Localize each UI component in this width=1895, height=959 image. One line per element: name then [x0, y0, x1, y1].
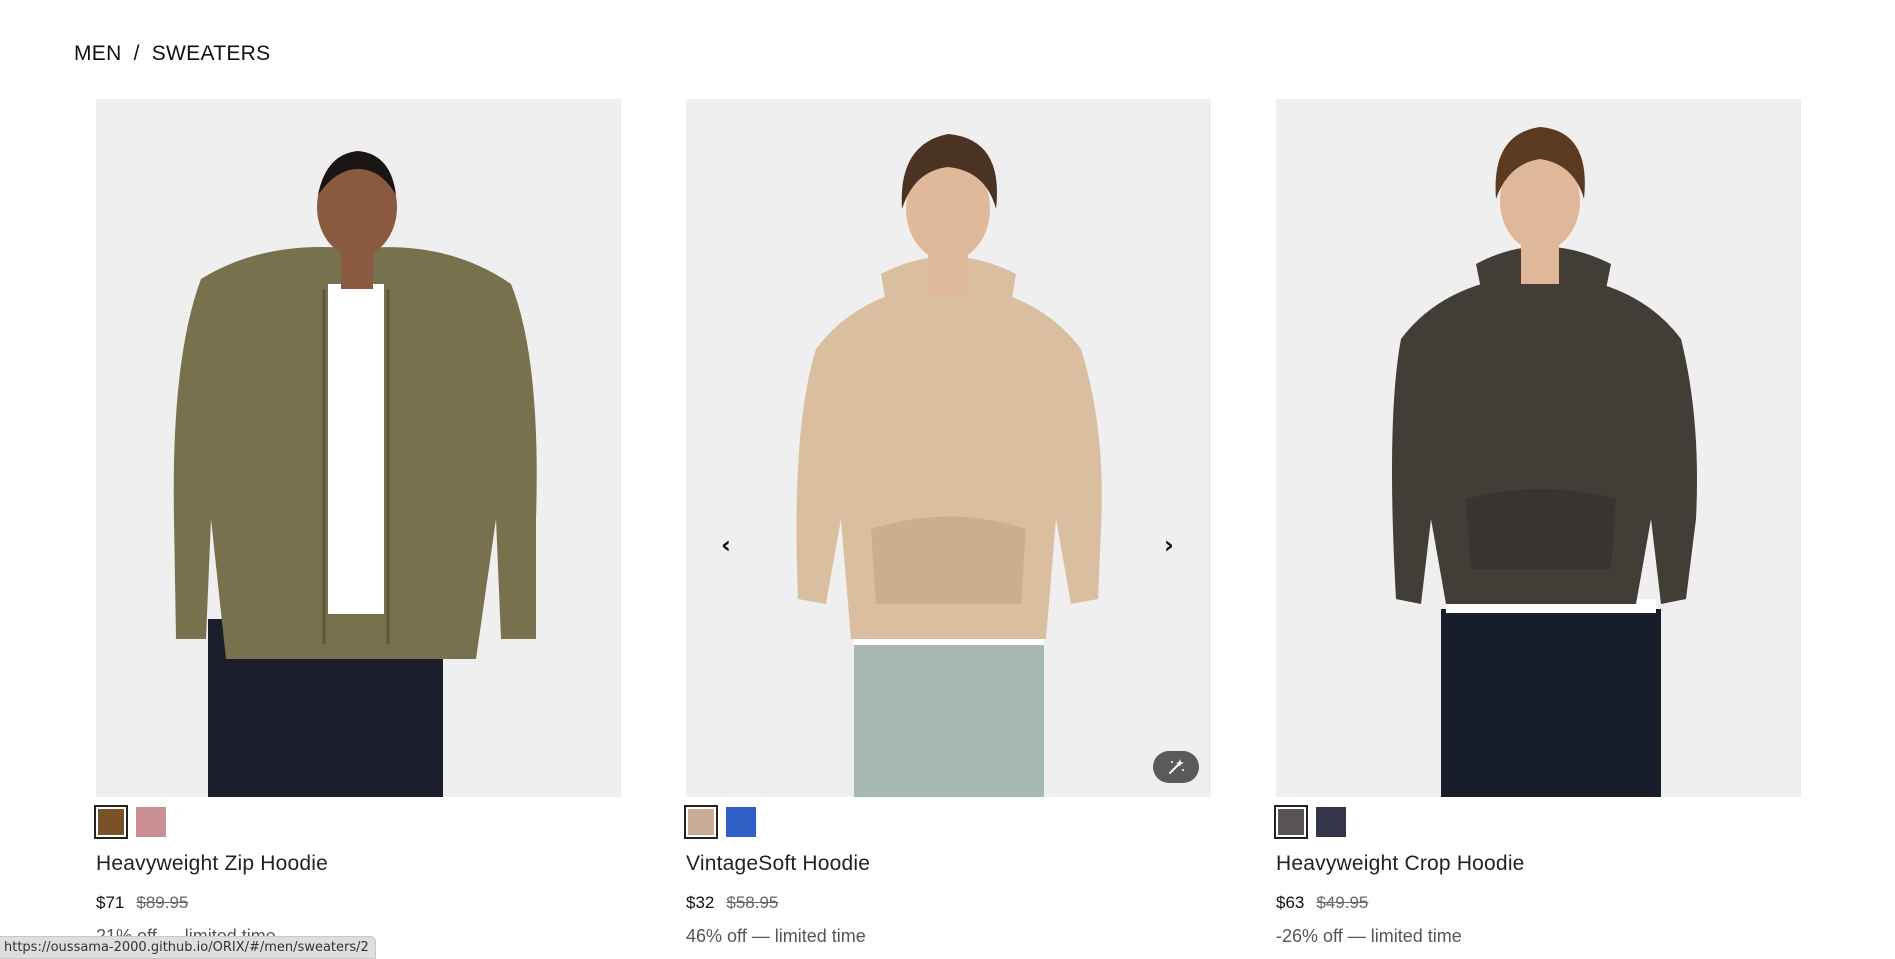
product-image[interactable]: ‹ › [686, 99, 1211, 797]
pocket-shape [871, 516, 1026, 604]
promo-text: 46% off — limited time [686, 926, 866, 946]
pants-shape [854, 639, 1044, 797]
color-swatch-1[interactable] [94, 805, 128, 839]
product-photo-illustration [173, 151, 537, 797]
color-swatch-2[interactable] [726, 807, 756, 837]
price-row: $63 $49.95 [1276, 893, 1801, 913]
sale-price: $32 [686, 893, 715, 912]
original-price: $58.95 [726, 893, 779, 912]
pocket-shape [1466, 489, 1616, 569]
breadcrumb-sweaters-link[interactable]: SWEATERS [152, 42, 271, 66]
chevron-right-icon: › [1164, 531, 1174, 559]
chevron-left-icon: ‹ [721, 531, 731, 559]
product-grid: Heavyweight Zip Hoodie $71 $89.95 21% of… [94, 99, 1801, 947]
price-row: $32 $58.95 [686, 893, 1211, 913]
color-swatch-2[interactable] [1316, 807, 1346, 837]
product-image[interactable] [1276, 99, 1801, 797]
product-image[interactable] [96, 99, 621, 797]
color-swatch-1[interactable] [684, 805, 718, 839]
pants-shape [1441, 609, 1661, 797]
carousel-prev-button[interactable]: ‹ [714, 531, 738, 559]
color-swatches [1274, 805, 1801, 839]
product-name[interactable]: Heavyweight Crop Hoodie [1276, 852, 1801, 876]
breadcrumb: MEN / SWEATERS [74, 42, 270, 66]
product-card[interactable]: Heavyweight Crop Hoodie $63 $49.95 -26% … [1274, 99, 1801, 947]
status-bar-url: https://oussama-2000.github.io/ORIX/#/me… [0, 936, 376, 959]
original-price: $49.95 [1316, 893, 1369, 912]
original-price: $89.95 [136, 893, 189, 912]
tshirt-shape [328, 284, 384, 614]
product-name[interactable]: VintageSoft Hoodie [686, 852, 1211, 876]
color-swatch-2[interactable] [136, 807, 166, 837]
carousel-next-button[interactable]: › [1157, 531, 1181, 559]
sale-price: $71 [96, 893, 125, 912]
product-card[interactable]: ‹ › VintageSoft Hoodie $32 $58.95 46% of… [684, 99, 1211, 947]
color-swatch-1[interactable] [1274, 805, 1308, 839]
product-card[interactable]: Heavyweight Zip Hoodie $71 $89.95 21% of… [94, 99, 621, 947]
magic-wand-button[interactable] [1153, 751, 1199, 783]
sale-price: $63 [1276, 893, 1305, 912]
color-swatches [684, 805, 1211, 839]
breadcrumb-separator: / [133, 42, 140, 65]
product-photo-illustration [1392, 127, 1697, 797]
price-row: $71 $89.95 [96, 893, 621, 913]
color-swatches [94, 805, 621, 839]
breadcrumb-men-link[interactable]: MEN [74, 42, 122, 66]
promo-text: -26% off — limited time [1276, 926, 1462, 946]
product-name[interactable]: Heavyweight Zip Hoodie [96, 852, 621, 876]
product-photo-illustration [796, 134, 1102, 797]
magic-wand-icon [1169, 759, 1184, 774]
